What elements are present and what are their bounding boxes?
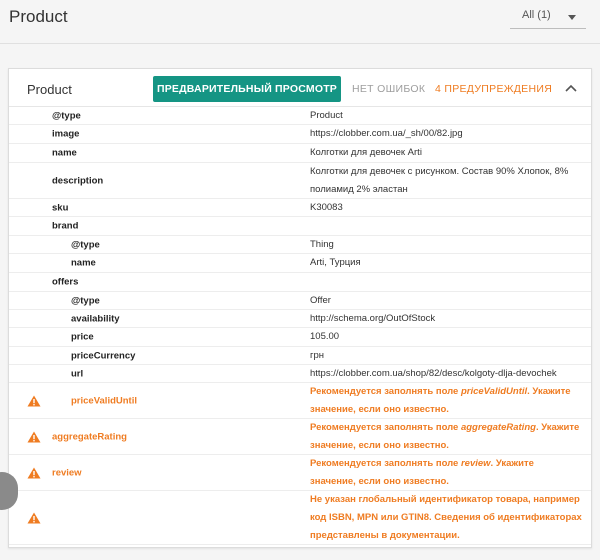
property-key: image: [52, 128, 80, 140]
property-key: url: [71, 368, 84, 379]
property-key: description: [52, 175, 104, 186]
property-value: Колготки для девочек с рисунком. Состав …: [310, 165, 569, 195]
warning-message: Не указан глобальный идентификатор товар…: [310, 491, 582, 545]
property-key: price: [71, 331, 94, 343]
warning-icon: [27, 395, 41, 406]
property-value: 105.00: [310, 331, 340, 342]
property-row: @type Thing: [9, 236, 591, 254]
card-header: Product ПРЕДВАРИТЕЛЬНЫЙ ПРОСМОТР НЕТ ОШИ…: [9, 69, 591, 107]
page-title: Product: [9, 7, 68, 26]
property-row: @type Product: [9, 107, 591, 125]
property-key: brand: [52, 220, 79, 232]
property-value: https://clobber.com.ua/_sh/00/82.jpg: [310, 128, 463, 139]
property-value: Offer: [310, 294, 331, 306]
warning-field-name: aggregateRating: [460, 421, 536, 433]
property-key: priceValidUntil: [71, 395, 137, 406]
property-value: Product: [310, 109, 343, 121]
preview-button[interactable]: ПРЕДВАРИТЕЛЬНЫЙ ПРОСМОТР: [153, 76, 341, 102]
property-key: priceCurrency: [71, 350, 136, 361]
property-value: Arti, Турция: [310, 257, 361, 268]
warning-icon: [27, 431, 41, 442]
property-table: @type Product image https://clobber.com.ua/…: [9, 107, 591, 545]
property-row: name Колготки для девочек Arti: [9, 144, 591, 163]
property-key: review: [52, 467, 82, 478]
warning-field-name: review: [460, 457, 491, 469]
filter-dropdown[interactable]: All (1): [510, 5, 586, 29]
property-key: @type: [52, 110, 81, 121]
property-row: offers: [9, 273, 591, 292]
warning-text: Рекомендуется заполнять поле: [310, 421, 461, 433]
property-key: offers: [52, 276, 79, 288]
chevron-down-icon: [568, 15, 576, 20]
property-row: image https://clobber.com.ua/_sh/00/82.jp…: [9, 125, 591, 144]
property-row: name Arti, Турция: [9, 254, 591, 273]
property-row: @type Offer: [9, 292, 591, 310]
property-value: http://schema.org/OutOfStock: [310, 312, 436, 324]
warning-row: review Рекомендуется заполнять поле revie…: [9, 455, 591, 491]
property-key: aggregateRating: [52, 431, 127, 442]
top-bar: Product All (1): [0, 0, 600, 44]
property-key: @type: [71, 239, 100, 250]
warning-message: Рекомендуется заполнять поле aggregateRa…: [310, 419, 582, 455]
result-card: Product ПРЕДВАРИТЕЛЬНЫЙ ПРОСМОТР НЕТ ОШИ…: [8, 68, 592, 548]
property-key: name: [71, 257, 96, 269]
property-value: https://clobber.com.ua/shop/82/desc/kolg…: [310, 367, 557, 379]
warning-row: aggregateRating Рекомендуется заполнять п…: [9, 419, 591, 455]
warning-field-name: priceValidUntil: [460, 385, 528, 397]
property-row: description Колготки для девочек с рисунк…: [9, 163, 591, 199]
property-key: @type: [71, 295, 100, 306]
warning-text: Не указан глобальный идентификатор товар…: [310, 493, 582, 541]
warning-icon: [27, 512, 41, 523]
warning-text: Рекомендуется заполнять поле: [310, 385, 461, 397]
errors-count: НЕТ ОШИБОК: [352, 83, 426, 95]
warning-text: Рекомендуется заполнять поле: [310, 457, 461, 469]
property-value: Thing: [310, 238, 334, 250]
property-row: availability http://schema.org/OutOfStock: [9, 310, 591, 328]
warning-icon: [27, 467, 41, 478]
chevron-up-icon[interactable]: [564, 81, 578, 95]
filter-value: All (1): [522, 9, 551, 21]
property-value: K30083: [310, 201, 343, 213]
property-value: грн: [310, 349, 324, 361]
warnings-count[interactable]: 4 ПРЕДУПРЕЖДЕНИЯ: [435, 83, 552, 95]
warning-message: Рекомендуется заполнять поле review. Ука…: [310, 455, 582, 491]
property-row: sku K30083: [9, 199, 591, 217]
property-key: sku: [52, 202, 69, 213]
property-row: url https://clobber.com.ua/shop/82/desc/k…: [9, 365, 591, 383]
property-row: brand: [9, 217, 591, 236]
property-key: name: [52, 147, 77, 159]
property-value: Колготки для девочек Arti: [310, 147, 422, 158]
warning-row: priceValidUntil Рекомендуется заполнять п…: [9, 383, 591, 419]
property-key: availability: [71, 313, 120, 324]
warning-message: Рекомендуется заполнять поле priceValidU…: [310, 383, 582, 419]
property-row: price 105.00: [9, 328, 591, 347]
warning-row: Не указан глобальный идентификатор товар…: [9, 491, 591, 545]
card-title: Product: [27, 82, 72, 97]
property-row: priceCurrency грн: [9, 347, 591, 365]
